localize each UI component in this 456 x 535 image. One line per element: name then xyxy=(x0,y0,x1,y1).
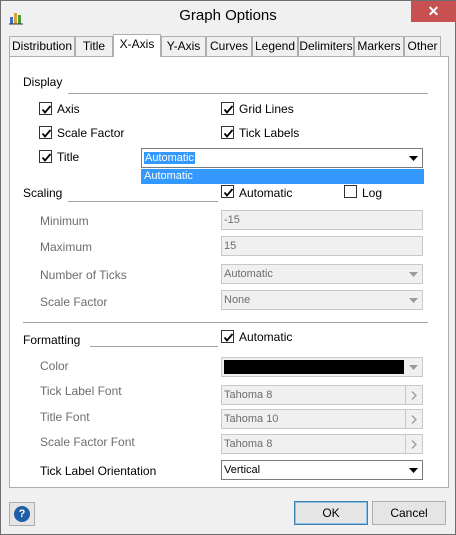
grid-lines-label: Grid Lines xyxy=(239,102,294,116)
scale-factor-setting-label: Scale Factor xyxy=(40,295,108,309)
scaling-section-label: Scaling xyxy=(23,186,63,200)
checkmark-icon xyxy=(41,129,52,138)
log-label: Log xyxy=(362,186,383,200)
color-select[interactable] xyxy=(221,357,423,377)
tab-other[interactable]: Other xyxy=(404,36,441,56)
title-font-label: Title Font xyxy=(40,410,90,424)
font-picker-chevron-right-icon[interactable] xyxy=(405,435,422,453)
tick-labels-label: Tick Labels xyxy=(239,126,300,140)
minimum-input[interactable]: -15 xyxy=(221,210,423,230)
number-of-ticks-select[interactable]: Automatic xyxy=(221,264,423,284)
maximum-label: Maximum xyxy=(40,240,93,254)
title-select-value: Automatic xyxy=(144,152,195,164)
scale-factor-font-value: Tahoma 8 xyxy=(224,438,273,450)
x-axis-panel: Display Axis Grid Lines Scale Factor Tic… xyxy=(9,56,449,488)
maximum-input[interactable]: 15 xyxy=(221,236,423,256)
display-separator xyxy=(68,93,428,94)
title-select[interactable]: Automatic xyxy=(141,148,423,168)
scaling-automatic-checkbox[interactable] xyxy=(221,185,234,198)
chevron-down-icon xyxy=(405,358,422,376)
formatting-automatic-label: Automatic xyxy=(239,330,293,344)
help-icon: ? xyxy=(14,506,30,522)
checkmark-icon xyxy=(223,105,234,114)
checkmark-icon xyxy=(41,105,52,114)
scaling-automatic-label: Automatic xyxy=(239,186,293,200)
scale-factor-value: None xyxy=(224,294,251,306)
grid-lines-checkbox[interactable] xyxy=(221,102,234,115)
tab-curves[interactable]: Curves xyxy=(206,36,252,56)
tick-label-font-value: Tahoma 8 xyxy=(224,389,273,401)
close-button[interactable]: ✕ xyxy=(411,1,456,22)
axis-checkbox[interactable] xyxy=(39,102,52,115)
tick-label-orientation-select[interactable]: Vertical xyxy=(221,460,423,480)
tab-markers[interactable]: Markers xyxy=(354,36,404,56)
title-label: Title xyxy=(57,150,80,164)
scale-factor-checkbox[interactable] xyxy=(39,126,52,139)
log-checkbox[interactable] xyxy=(344,185,357,198)
tick-labels-checkbox[interactable] xyxy=(221,126,234,139)
scaling-bottom-separator xyxy=(23,322,428,323)
chevron-down-icon xyxy=(405,291,422,309)
tab-distribution[interactable]: Distribution xyxy=(9,36,75,56)
cancel-button[interactable]: Cancel xyxy=(372,501,446,525)
axis-label: Axis xyxy=(57,102,80,116)
tab-strip: Distribution Title X-Axis Y-Axis Curves … xyxy=(9,34,449,57)
tick-label-font-field[interactable]: Tahoma 8 xyxy=(221,385,423,405)
close-icon: ✕ xyxy=(427,3,440,19)
formatting-section-label: Formatting xyxy=(23,333,81,347)
tick-label-font-label: Tick Label Font xyxy=(40,384,122,398)
title-font-field[interactable]: Tahoma 10 xyxy=(221,409,423,429)
scale-factor-select[interactable]: None xyxy=(221,290,423,310)
font-picker-chevron-right-icon[interactable] xyxy=(405,386,422,404)
tick-label-orientation-value: Vertical xyxy=(224,464,261,476)
font-picker-chevron-right-icon[interactable] xyxy=(405,410,422,428)
formatting-automatic-checkbox[interactable] xyxy=(221,330,234,343)
ok-button[interactable]: OK xyxy=(294,501,368,525)
tab-legend[interactable]: Legend xyxy=(252,36,298,56)
scaling-separator xyxy=(68,201,218,202)
checkmark-icon xyxy=(41,153,52,162)
title-checkbox[interactable] xyxy=(39,150,52,163)
title-font-value: Tahoma 10 xyxy=(224,413,279,425)
scale-factor-label: Scale Factor xyxy=(57,126,125,140)
chevron-down-icon xyxy=(405,265,422,283)
number-of-ticks-label: Number of Ticks xyxy=(40,268,127,282)
title-bar: Graph Options ✕ xyxy=(1,1,456,32)
checkmark-icon xyxy=(223,333,234,342)
scale-factor-font-label: Scale Factor Font xyxy=(40,435,135,449)
chevron-down-icon xyxy=(405,149,422,167)
tick-label-orientation-label: Tick Label Orientation xyxy=(40,464,157,478)
minimum-label: Minimum xyxy=(40,214,89,228)
title-dropdown-option[interactable]: Automatic xyxy=(141,169,424,184)
chevron-down-icon xyxy=(405,461,422,479)
color-label: Color xyxy=(40,359,69,373)
graph-options-dialog: Graph Options ✕ Distribution Title X-Axi… xyxy=(0,0,456,535)
window-title: Graph Options xyxy=(179,7,277,24)
checkmark-icon xyxy=(223,188,234,197)
tab-title[interactable]: Title xyxy=(75,36,113,56)
scale-factor-font-field[interactable]: Tahoma 8 xyxy=(221,434,423,454)
tab-x-axis[interactable]: X-Axis xyxy=(113,34,161,57)
help-button[interactable]: ? xyxy=(9,502,35,526)
checkmark-icon xyxy=(223,129,234,138)
tab-y-axis[interactable]: Y-Axis xyxy=(161,36,206,56)
display-section-label: Display xyxy=(23,75,63,89)
formatting-separator xyxy=(90,346,218,347)
tab-delimiters[interactable]: Delimiters xyxy=(298,36,354,56)
number-of-ticks-value: Automatic xyxy=(224,268,273,280)
color-swatch xyxy=(224,360,404,374)
